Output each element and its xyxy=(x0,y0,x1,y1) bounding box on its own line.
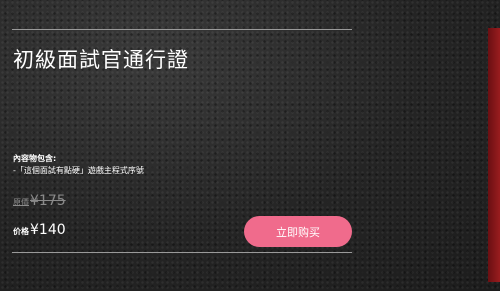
contents-item: -「這個面試有點硬」遊戲主程式序號 xyxy=(13,166,144,175)
contents-heading: 內容物包含: xyxy=(13,154,57,163)
buy-now-button[interactable]: 立即购买 xyxy=(244,216,352,247)
original-price-label: 原價 xyxy=(13,198,29,207)
original-price: 原價¥175 xyxy=(13,193,66,209)
price-value: ¥140 xyxy=(30,222,66,238)
bottom-divider xyxy=(12,252,352,253)
current-price: 价格¥140 xyxy=(13,222,66,238)
original-price-value: ¥175 xyxy=(30,193,66,209)
price-label: 价格 xyxy=(13,227,29,236)
top-divider xyxy=(12,29,352,30)
pass-title: 初級面試官通行證 xyxy=(13,48,189,72)
side-accent-strip xyxy=(488,28,500,282)
